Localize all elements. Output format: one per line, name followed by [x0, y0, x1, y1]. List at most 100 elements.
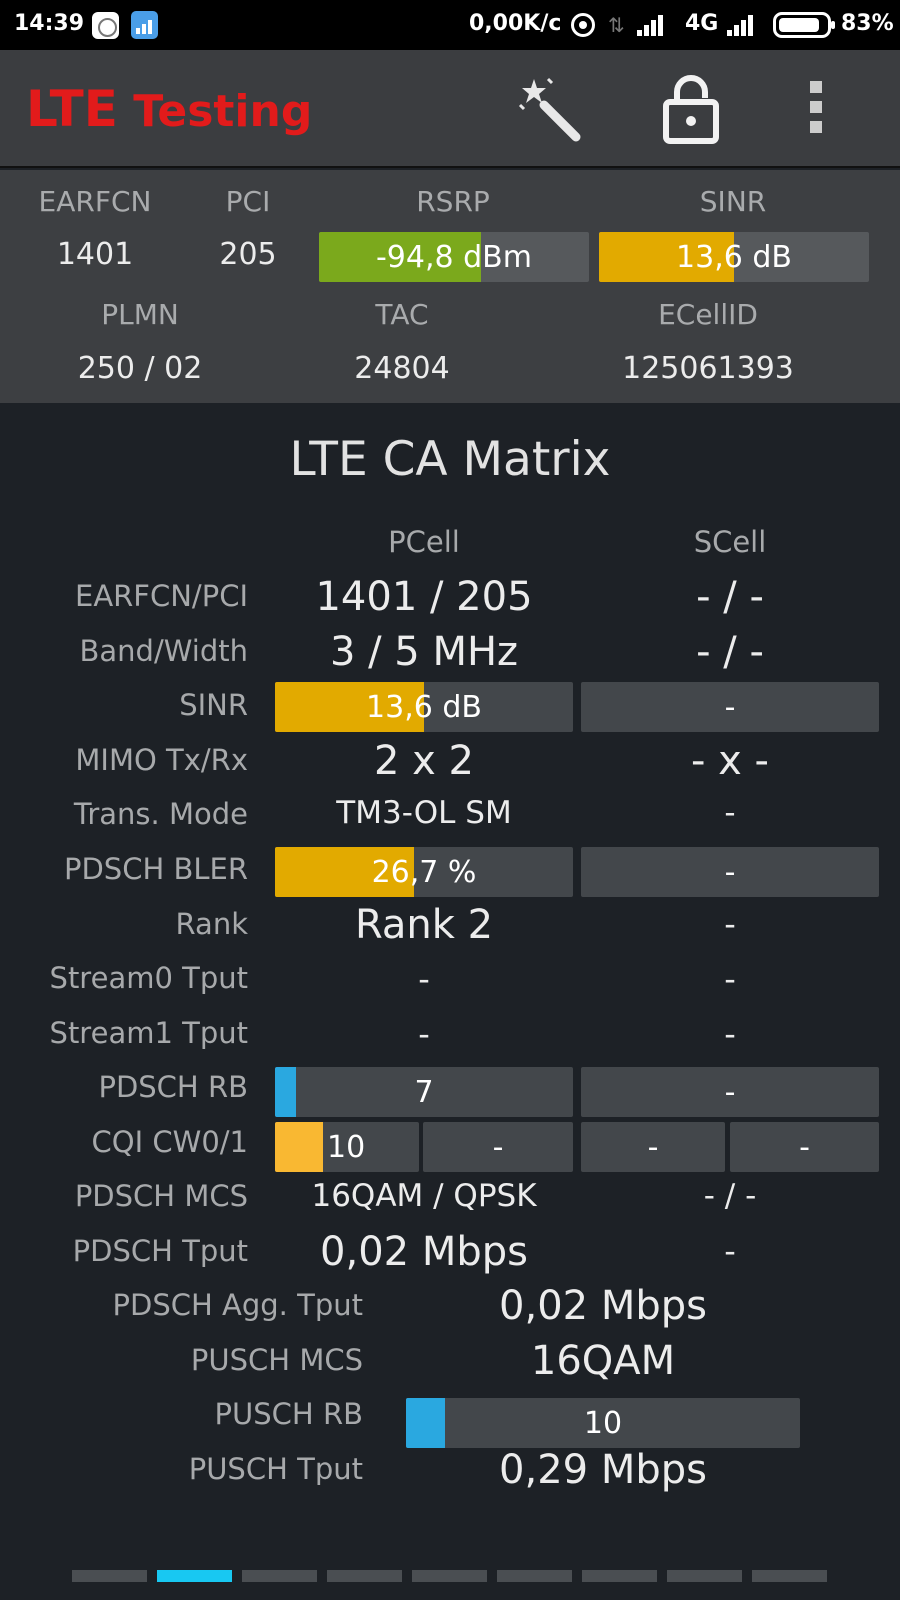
scell-sinr-value: - [724, 689, 736, 725]
scell-mimo: - x - [691, 738, 769, 784]
scell-pdsch-rb-value: - [724, 1074, 736, 1110]
row-label-trans-mode: Trans. Mode [73, 797, 248, 831]
page-dot[interactable] [582, 1570, 657, 1582]
row-label-pusch-tput: PUSCH Tput [188, 1452, 363, 1486]
pcell-trans-mode: TM3-OL SM [336, 795, 512, 831]
status-network-type: 4G [685, 11, 719, 36]
pcell-band-width: 3 / 5 MHz [329, 629, 519, 675]
scell-cqi-cw0-bar: - [581, 1122, 725, 1172]
page-dot[interactable] [242, 1570, 317, 1582]
pcell-stream0: - [418, 960, 430, 998]
scell-band-width: - / - [696, 629, 764, 675]
scell-stream0: - [724, 960, 736, 998]
unlock-icon[interactable] [663, 74, 719, 144]
earfcn-value: 1401 [56, 237, 134, 272]
pcell-mimo: 2 x 2 [374, 738, 474, 784]
page-dot[interactable] [667, 1570, 742, 1582]
row-label-pdsch-rb: PDSCH RB [98, 1070, 248, 1104]
scell-pdsch-rb-bar: - [581, 1067, 879, 1117]
pcell-earfcn-pci: 1401 / 205 [315, 574, 533, 620]
pcell-pdsch-rb-bar-fill [275, 1067, 296, 1117]
page-dot[interactable] [412, 1570, 487, 1582]
ecellid-value: 125061393 [622, 351, 794, 386]
row-label-mimo: MIMO Tx/Rx [75, 743, 248, 777]
signal-icon [727, 12, 759, 36]
row-label-stream1: Stream1 Tput [49, 1016, 248, 1050]
row-label-band-width: Band/Width [79, 634, 248, 668]
pcell-column-header: PCell [388, 525, 460, 559]
data-arrows-icon: ⇅ [608, 13, 625, 37]
matrix-title: LTE CA Matrix [289, 432, 611, 487]
pcell-pdsch-mcs: 16QAM / QPSK [311, 1178, 537, 1214]
scell-sinr-bar: - [581, 682, 879, 732]
page-dot[interactable] [72, 1570, 147, 1582]
row-label-sinr: SINR [179, 688, 248, 722]
scell-pdsch-tput: - [724, 1232, 736, 1270]
pcell-bler-value: 26,7 % [371, 854, 477, 890]
app-bar: LTE Testing [0, 50, 900, 168]
sinr-value: 13,6 dB [676, 239, 792, 275]
page-dot[interactable] [497, 1570, 572, 1582]
plmn-label: PLMN [101, 298, 179, 331]
hotspot-icon [571, 13, 595, 37]
pcell-cqi-cw0-bar-fill [275, 1122, 323, 1172]
page-indicator [72, 1570, 827, 1582]
sinr-label: SINR [699, 185, 767, 218]
rsrp-value: -94,8 dBm [375, 239, 532, 275]
row-label-stream0: Stream0 Tput [49, 961, 248, 995]
app-title-testing: Testing [133, 86, 313, 137]
scell-stream1: - [724, 1015, 736, 1053]
pusch-rb-bar-fill [406, 1398, 446, 1448]
pusch-rb-value: 10 [583, 1405, 623, 1441]
ecellid-label: ECellID [658, 298, 758, 331]
scell-pdsch-mcs: - / - [703, 1178, 757, 1214]
scell-cqi-cw0-value: - [647, 1129, 659, 1165]
pusch-mcs-value: 16QAM [530, 1338, 676, 1384]
row-label-agg-tput: PDSCH Agg. Tput [112, 1288, 363, 1322]
scell-column-header: SCell [693, 525, 767, 559]
row-label-pdsch-bler: PDSCH BLER [63, 852, 248, 886]
magic-wand-icon[interactable] [516, 75, 586, 145]
app-title-lte: LTE [26, 80, 118, 138]
pcell-cqi-cw1-bar: - [423, 1122, 573, 1172]
plmn-value: 250 / 02 [77, 351, 203, 386]
more-vert-icon[interactable] [806, 81, 826, 137]
scell-trans-mode: - [724, 795, 736, 831]
page-dot[interactable] [752, 1570, 827, 1582]
pcell-cqi-cw0-value: 10 [327, 1129, 366, 1165]
row-label-pdsch-tput: PDSCH Tput [72, 1234, 248, 1268]
scell-bler-value: - [724, 854, 736, 890]
mi-app-icon [92, 12, 119, 39]
signal-app-icon [131, 11, 158, 39]
battery-icon [773, 12, 835, 38]
pcell-cqi-cw0-bar: 10 [275, 1122, 419, 1172]
scell-earfcn-pci: - / - [696, 574, 764, 620]
row-label-pdsch-mcs: PDSCH MCS [74, 1179, 248, 1213]
pcell-pdsch-tput: 0,02 Mbps [320, 1229, 528, 1275]
scell-bler-bar: - [581, 847, 879, 897]
rsrp-label: RSRP [416, 185, 490, 218]
earfcn-label: EARFCN [38, 185, 152, 218]
tac-label: TAC [375, 298, 429, 331]
tac-value: 24804 [354, 351, 450, 386]
agg-tput-value: 0,02 Mbps [499, 1283, 707, 1329]
pcell-pdsch-rb-bar: 7 [275, 1067, 573, 1117]
page-dot[interactable] [327, 1570, 402, 1582]
pcell-bler-bar: 26,7 % [275, 847, 573, 897]
signal-icon [637, 12, 669, 36]
sinr-bar: 13,6 dB [599, 232, 869, 282]
serving-cell-panel: EARFCN PCI RSRP SINR 1401 205 -94,8 dBm … [0, 170, 900, 403]
pci-label: PCI [225, 185, 271, 218]
pcell-sinr-bar: 13,6 dB [275, 682, 573, 732]
pusch-rb-bar: 10 [406, 1398, 800, 1448]
row-label-pusch-rb: PUSCH RB [214, 1397, 363, 1431]
pusch-tput-value: 0,29 Mbps [499, 1447, 707, 1493]
pcell-stream1: - [418, 1015, 430, 1053]
row-label-rank: Rank [175, 907, 248, 941]
row-label-cqi: CQI CW0/1 [91, 1125, 248, 1159]
page-dot[interactable] [157, 1570, 232, 1582]
status-battery-percent: 83% [841, 11, 894, 36]
status-net-speed: 0,00K/c [469, 11, 562, 36]
row-label-pusch-mcs: PUSCH MCS [190, 1343, 363, 1377]
pcell-rank: Rank 2 [354, 902, 494, 948]
